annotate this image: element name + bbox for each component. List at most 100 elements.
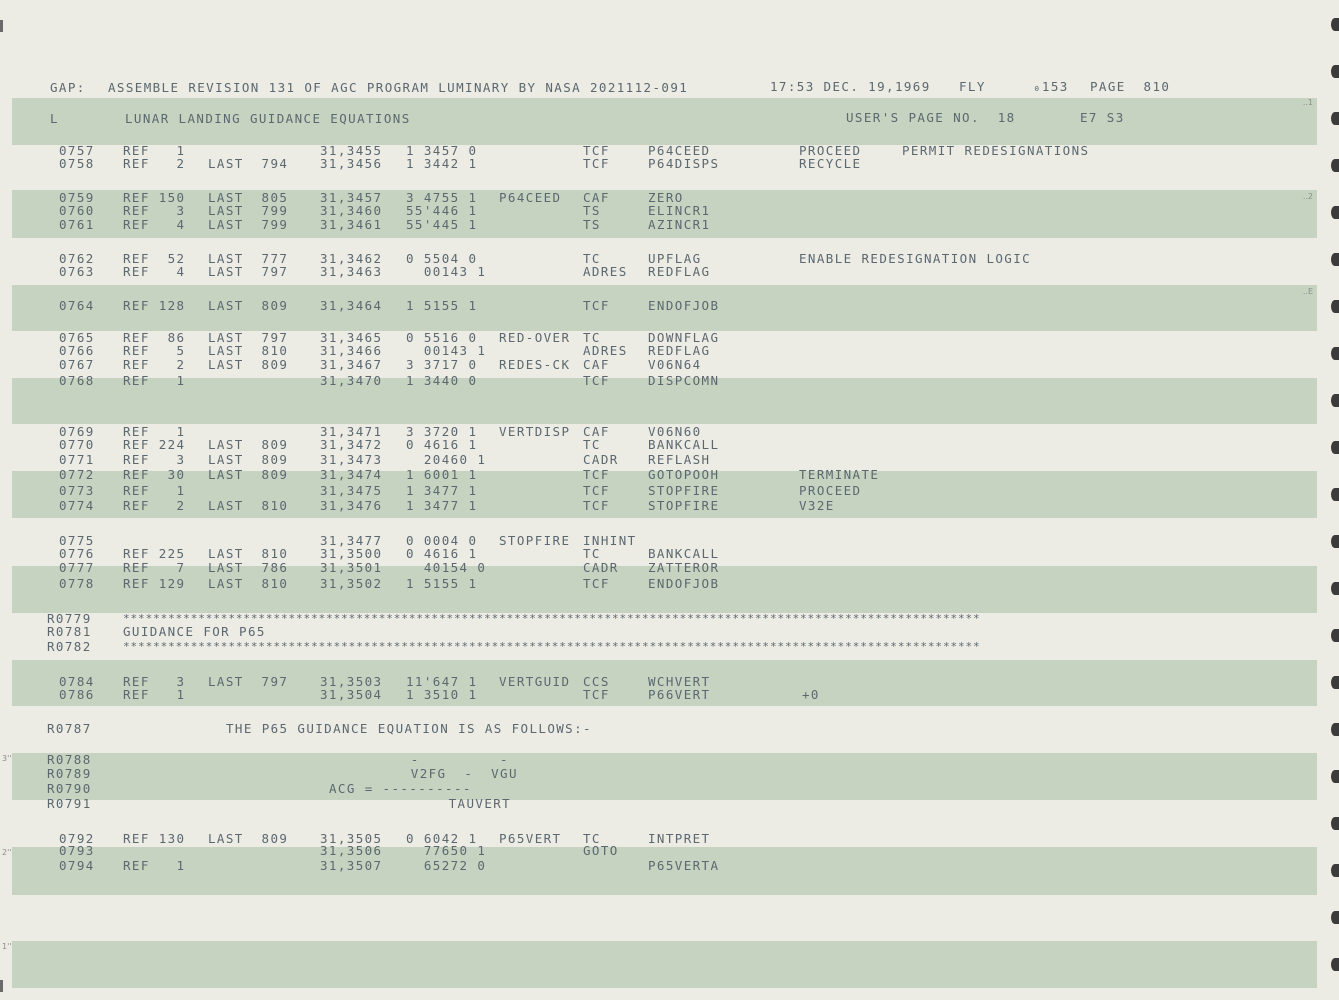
listing-ln: 0770 [59, 437, 95, 452]
listing-ln: R0781 [47, 624, 92, 639]
listing-operand: INTPRET [648, 831, 711, 846]
listing-ln: R0790 [47, 781, 92, 796]
listing-last: LAST 810 [208, 576, 289, 591]
listing-c1: PROCEED [799, 483, 862, 498]
listing-addr: 31,3470 [320, 373, 383, 388]
listing-oct: 1 3510 1 [406, 687, 478, 702]
listing-op: CADR [583, 452, 619, 467]
listing-ln: 0794 [59, 858, 95, 873]
listing-oct: 40154 0 [406, 560, 487, 575]
tractor-hole [1331, 911, 1339, 924]
listing-operand: REFLASH [648, 452, 711, 467]
listing-label: P64CEED [499, 190, 562, 205]
listing-addr: 31,3506 [320, 843, 383, 858]
listing-last: LAST 794 [208, 156, 289, 171]
listing-ln: 0786 [59, 687, 95, 702]
listing-addr: 31,3502 [320, 576, 383, 591]
listing-ref: REF 1 [123, 373, 186, 388]
listing-addr: 31,3461 [320, 217, 383, 232]
listing-operand: ZATTEROR [648, 560, 720, 575]
listing-operand: P64DISPS [648, 156, 720, 171]
listing-last: THE P65 GUIDANCE EQUATION IS AS FOLLOWS:… [226, 721, 592, 736]
listing-last: LAST 810 [208, 498, 289, 513]
listing-ref: GUIDANCE FOR P65 [123, 624, 266, 639]
listing-last: LAST 809 [208, 467, 289, 482]
listing-ln: 0768 [59, 373, 95, 388]
listing-op: TS [583, 217, 601, 232]
listing-label: RED-OVER [499, 330, 571, 345]
listing-addr: 31,3463 [320, 264, 383, 279]
listing-op: TCF [583, 576, 610, 591]
listing-ln: 0758 [59, 156, 95, 171]
listing-addr: 31,3500 [320, 546, 383, 561]
tractor-hole [1331, 817, 1339, 830]
listing-last: LAST 809 [208, 437, 289, 452]
listing-op: CAF [583, 357, 610, 372]
listing-oct: 1 3477 1 [406, 483, 478, 498]
tractor-hole [1331, 300, 1339, 313]
tractor-hole [1331, 112, 1339, 125]
listing-addr: TAUVERT [404, 796, 512, 811]
listing-c2: PERMIT REDESIGNATIONS [902, 143, 1090, 158]
listing-oct: 1 3440 0 [406, 373, 478, 388]
listing-op: TCF [583, 298, 610, 313]
listing-addr: V2FG - VGU [384, 766, 518, 781]
listing-op: TCF [583, 483, 610, 498]
listing-operand: GOTOPOOH [648, 467, 720, 482]
listing-last: LAST 809 [208, 357, 289, 372]
subheader-users-page: USER'S PAGE NO. 18 [846, 110, 1016, 125]
listing-ln: 0764 [59, 298, 95, 313]
listing-addr: 31,3501 [320, 560, 383, 575]
listing-op: TCF [583, 373, 610, 388]
listing-oct: 1 3442 1 [406, 156, 478, 171]
listing-op: TS [583, 203, 601, 218]
listing-ref: REF 2 [123, 498, 186, 513]
listing-oct: 55'445 1 [406, 217, 478, 232]
listing-op: ADRES [583, 343, 628, 358]
tractor-hole [1331, 347, 1339, 360]
margin-mark: ..1 [1302, 98, 1313, 107]
listing-last: LAST 810 [208, 546, 289, 561]
listing-oct: 65272 0 [406, 858, 487, 873]
listing-op: ADRES [583, 264, 628, 279]
listing-last: LAST 799 [208, 217, 289, 232]
listing-op: TC [583, 437, 601, 452]
listing-oct: 1 3477 1 [406, 498, 478, 513]
listing-last: LAST 797 [208, 674, 289, 689]
listing-op: TCF [583, 467, 610, 482]
listing-operand: ENDOFJOB [648, 298, 720, 313]
listing-operand: DISPCOMN [648, 373, 720, 388]
listing-addr: 31,3476 [320, 498, 383, 513]
listing-ref: REF 2 [123, 357, 186, 372]
listing-last: LAST 786 [208, 560, 289, 575]
listing-operand: V06N64 [648, 357, 702, 372]
listing-oct: 1 5155 1 [406, 576, 478, 591]
header-time: 17:53 DEC. 19,1969 [770, 79, 931, 94]
header-fly: FLY [959, 79, 986, 94]
listing-oct: 20460 1 [406, 452, 487, 467]
listing-ref: REF 1 [123, 687, 186, 702]
listing-oct: 1 5155 1 [406, 298, 478, 313]
tractor-hole [1331, 582, 1339, 595]
listing-op: TCF [583, 687, 610, 702]
listing-addr: 31,3472 [320, 437, 383, 452]
listing-ref: REF 4 [123, 264, 186, 279]
listing-ln: 0763 [59, 264, 95, 279]
tractor-hole [1331, 206, 1339, 219]
tractor-hole [1331, 253, 1339, 266]
tractor-hole [1331, 676, 1339, 689]
listing-last: LAST 809 [208, 452, 289, 467]
listing-ln: 0793 [59, 843, 95, 858]
listing-label: P65VERT [499, 831, 562, 846]
listing-operand: P66VERT [648, 687, 711, 702]
margin-mark: ..2 [1302, 192, 1313, 201]
listing-oct: 0 4616 1 [406, 437, 478, 452]
listing-label: VERTGUID [499, 674, 571, 689]
listing-oct: 1 6001 1 [406, 467, 478, 482]
greenbar-band [12, 753, 1317, 800]
listing-ref: ****************************************… [123, 640, 981, 653]
tractor-hole [1331, 441, 1339, 454]
listing-ref: REF 1 [123, 483, 186, 498]
listing-ref: REF 130 [123, 831, 186, 846]
tractor-hole [1331, 864, 1339, 877]
